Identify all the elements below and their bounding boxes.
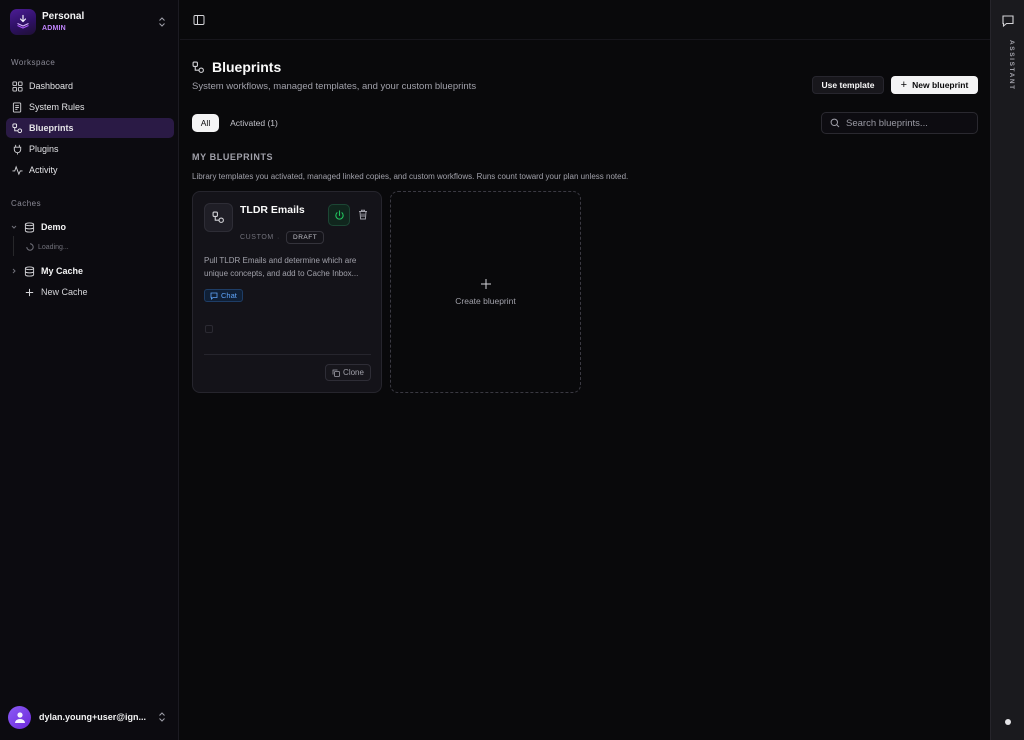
tree-guide-line <box>13 236 14 256</box>
search-icon <box>830 118 840 128</box>
plug-icon <box>13 144 22 155</box>
loading-text: Loading... <box>38 243 69 251</box>
status-dot <box>1005 719 1011 725</box>
blueprint-title: TLDR Emails <box>240 204 305 216</box>
sidebar-item-system-rules[interactable]: System Rules <box>6 97 174 117</box>
search-input[interactable] <box>846 117 966 129</box>
sidebar-item-dashboard[interactable]: Dashboard <box>6 76 174 96</box>
delete-button[interactable] <box>356 208 369 221</box>
cache-loading-status: Loading... <box>26 241 69 253</box>
sidebar-toggle-icon[interactable] <box>193 14 205 26</box>
chevron-up-down-icon <box>159 17 165 27</box>
page-header: Blueprints <box>192 59 281 75</box>
section-description: Library templates you activated, managed… <box>192 172 629 181</box>
blueprint-card[interactable]: TLDR Emails CUSTOM · DRAFT Pull TLDR Ema… <box>192 191 382 393</box>
chevron-right-icon[interactable] <box>10 267 18 275</box>
blueprint-icon <box>204 203 233 232</box>
assistant-label[interactable]: ASSISTANT <box>1008 40 1015 91</box>
chevron-down-icon[interactable] <box>10 223 18 231</box>
user-email: dylan.young+user@ign... <box>39 712 147 722</box>
chat-icon[interactable] <box>1001 14 1015 28</box>
new-blueprint-button[interactable]: + New blueprint <box>891 76 978 94</box>
activity-icon <box>12 164 23 175</box>
dashboard-icon <box>12 80 23 92</box>
chevron-up-down-icon <box>159 712 165 722</box>
blueprint-icon <box>192 61 204 73</box>
blueprint-icon <box>12 122 23 133</box>
sidebar-item-label: System Rules <box>29 102 85 112</box>
power-icon <box>334 209 344 220</box>
card-divider <box>204 354 371 355</box>
use-template-button[interactable]: Use template <box>812 76 884 94</box>
copy-icon <box>332 369 340 377</box>
sidebar-item-label: Blueprints <box>29 123 74 133</box>
plus-icon <box>25 288 34 296</box>
plus-icon: + <box>900 79 908 91</box>
new-blueprint-label: New blueprint <box>912 80 969 90</box>
cache-item-my-cache[interactable]: My Cache <box>6 262 174 280</box>
spinner-icon <box>26 243 34 251</box>
type-separator: · <box>277 235 280 242</box>
workspace-label: Workspace <box>11 58 56 67</box>
plus-icon <box>480 279 491 289</box>
org-role: ADMIN <box>42 25 66 32</box>
placeholder-icon <box>205 325 213 333</box>
create-blueprint-card[interactable]: Create blueprint <box>390 191 581 393</box>
main-content: Blueprints System workflows, managed tem… <box>180 41 990 740</box>
trigger-tag: Chat <box>204 289 243 302</box>
section-title: MY BLUEPRINTS <box>192 152 274 162</box>
page-title: Blueprints <box>212 59 282 75</box>
user-icon <box>14 712 25 723</box>
blueprint-type: CUSTOM <box>240 234 274 241</box>
new-cache-button[interactable]: New Cache <box>6 283 174 301</box>
tab-all[interactable]: All <box>192 114 219 132</box>
create-blueprint-label: Create blueprint <box>455 296 516 306</box>
search-box[interactable] <box>821 112 978 134</box>
cache-item-label: Demo <box>41 222 67 232</box>
sidebar-item-label: Plugins <box>29 144 59 154</box>
clone-label: Clone <box>343 368 364 377</box>
sidebar-item-label: Activity <box>29 165 58 175</box>
sidebar-item-blueprints[interactable]: Blueprints <box>6 118 174 138</box>
status-badge: DRAFT <box>286 231 325 244</box>
trigger-tag-label: Chat <box>221 291 237 300</box>
caches-label: Caches <box>11 199 42 208</box>
rules-icon <box>12 101 22 113</box>
activate-toggle-button[interactable] <box>328 204 350 226</box>
top-bar <box>180 0 990 40</box>
sidebar-item-plugins[interactable]: Plugins <box>6 139 174 159</box>
cache-item-demo[interactable]: Demo <box>6 218 174 236</box>
new-cache-label: New Cache <box>41 287 88 297</box>
chat-icon <box>210 292 218 300</box>
sidebar: Personal ADMIN Workspace Dashboard Syste… <box>0 0 179 740</box>
tab-activated[interactable]: Activated (1) <box>225 114 283 132</box>
org-name: Personal <box>42 11 85 22</box>
database-icon <box>24 265 35 277</box>
sidebar-item-activity[interactable]: Activity <box>6 160 174 180</box>
org-logo-icon <box>10 9 36 35</box>
cache-item-label: My Cache <box>41 266 84 276</box>
database-icon <box>24 221 35 233</box>
trash-icon <box>358 209 367 220</box>
sidebar-item-label: Dashboard <box>29 81 74 91</box>
page-subtitle: System workflows, managed templates, and… <box>192 81 477 92</box>
assistant-rail: ASSISTANT <box>990 0 1024 740</box>
user-menu[interactable]: dylan.young+user@ign... <box>8 704 171 730</box>
org-switcher[interactable]: Personal ADMIN <box>8 6 171 38</box>
avatar <box>8 705 31 729</box>
blueprint-description: Pull TLDR Emails and determine which are… <box>204 256 359 278</box>
clone-button[interactable]: Clone <box>325 364 371 381</box>
